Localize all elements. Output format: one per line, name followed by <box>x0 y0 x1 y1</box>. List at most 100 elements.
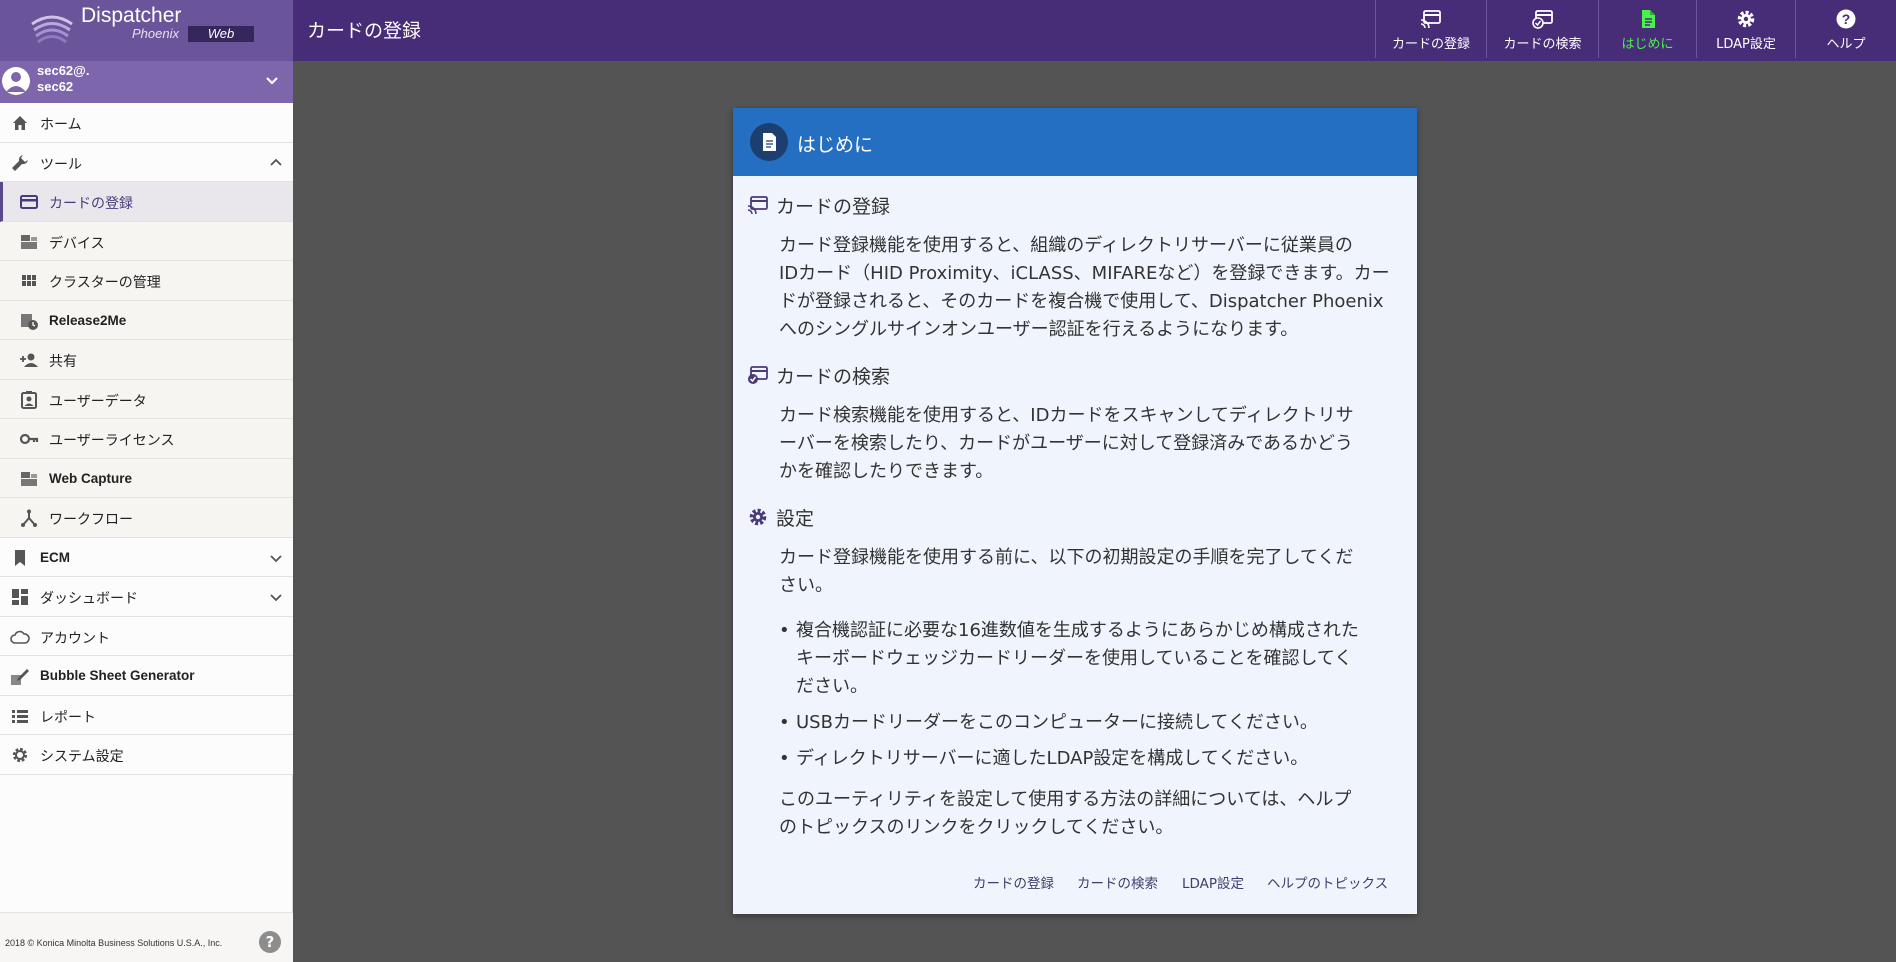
sidebar-item-label: Web Capture <box>49 470 133 486</box>
text-line: ーバーを検索したり、カードがユーザーに対して登録済みであるかどう <box>779 433 1354 454</box>
sidebar-item-home[interactable]: ホーム <box>0 103 293 143</box>
app-brand[interactable]: Dispatcher Phoenix Web <box>0 0 293 61</box>
text-line: カード検索機能を使用すると、IDカードをスキャンしてディレクトリサ <box>779 405 1354 426</box>
sidebar-item-bubble-sheet[interactable]: Bubble Sheet Generator <box>0 656 293 696</box>
getting-started-dialog: はじめに カードの登録 カード登録機能を使用すると、組織のディレクトリサーバーに… <box>733 108 1417 914</box>
chevron-down-icon <box>270 554 282 562</box>
dashboard-icon <box>12 589 28 605</box>
help-icon: ? <box>1836 9 1856 29</box>
link-card-search[interactable]: カードの検索 <box>1077 872 1158 892</box>
sidebar-item-workflow[interactable]: ワークフロー <box>0 498 293 538</box>
gear-icon <box>1737 10 1755 28</box>
help-icon[interactable]: ? <box>259 931 281 953</box>
text-line: USBカードリーダーをこのコンピューターに接続してください。 <box>796 712 1318 733</box>
text-line: このユーティリティを設定して使用する方法の詳細については、ヘルプ <box>779 789 1352 810</box>
text-line: ださい。 <box>796 676 868 697</box>
list-item: USBカードリーダーをこのコンピューターに接続してください。 <box>779 709 1396 737</box>
sidebar-item-label: ツール <box>40 156 82 173</box>
copyright-text: 2018 © Konica Minolta Business Solutions… <box>5 938 223 948</box>
sidebar-nav: ホーム ツール カードの登録 デバイス クラスターの管理 Release2Me … <box>0 103 293 775</box>
gear-icon <box>12 747 28 763</box>
document-icon <box>750 123 788 161</box>
contact-badge-icon <box>21 390 37 409</box>
page-title: カードの登録 <box>307 20 422 42</box>
devices-icon <box>21 234 37 249</box>
workflow-icon <box>21 509 37 527</box>
card-register-icon <box>1420 10 1441 29</box>
section-text-settings: カード登録機能を使用する前に、以下の初期設定の手順を完了してくだ さい。 <box>779 544 1399 600</box>
sidebar-item-reports[interactable]: レポート <box>0 695 293 735</box>
card-icon <box>20 195 38 209</box>
link-card-registration[interactable]: カードの登録 <box>973 872 1054 892</box>
card-register-icon <box>747 196 768 215</box>
sidebar-item-label: 共有 <box>49 354 77 370</box>
sidebar-item-user-data[interactable]: ユーザーデータ <box>0 379 293 419</box>
link-ldap-settings[interactable]: LDAP設定 <box>1182 872 1244 892</box>
web-badge: Web <box>188 26 254 42</box>
user-name: sec62@. <box>37 63 90 78</box>
section-title-card-search: カードの検索 <box>776 366 891 388</box>
sidebar-item-web-capture[interactable]: Web Capture <box>0 458 293 498</box>
sidebar-item-label: Release2Me <box>49 312 127 328</box>
text-line: カード登録機能を使用する前に、以下の初期設定の手順を完了してくだ <box>779 547 1354 568</box>
section-title-card-registration: カードの登録 <box>776 196 891 218</box>
app-name: Dispatcher <box>81 4 182 27</box>
sidebar-item-release2me[interactable]: Release2Me <box>0 300 293 340</box>
sidebar-item-card-registration[interactable]: カードの登録 <box>0 182 293 222</box>
svg-text:?: ? <box>1842 11 1851 27</box>
sidebar-item-label: アカウント <box>40 630 110 647</box>
sidebar-item-account[interactable]: アカウント <box>0 616 293 656</box>
sidebar-item-tools[interactable]: ツール <box>0 142 293 182</box>
user-menu[interactable]: sec62@. sec62 <box>0 61 293 103</box>
sidebar-item-label: ユーザーデータ <box>49 393 147 410</box>
sidebar-item-devices[interactable]: デバイス <box>0 221 293 261</box>
text-line: ドが登録されると、そのカードを複合機で使用して、Dispatcher Phoen… <box>779 291 1384 312</box>
tab-ldap-settings[interactable]: LDAP設定 <box>1696 0 1795 58</box>
release-icon <box>21 313 38 330</box>
sidebar-item-label: ワークフロー <box>49 512 133 528</box>
sidebar-item-label: ユーザーライセンス <box>49 433 175 449</box>
top-bar: カードの登録 カードの登録 カードの検索 はじめに LDAP設定 ? ヘルプ <box>293 0 1896 61</box>
tab-label: はじめに <box>1621 37 1674 52</box>
sidebar-item-share[interactable]: 共有 <box>0 340 293 380</box>
gear-icon <box>749 508 767 526</box>
sidebar-item-user-license[interactable]: ユーザーライセンス <box>0 419 293 459</box>
app-subtitle: Phoenix <box>132 26 179 41</box>
dialog-title: はじめに <box>797 134 874 156</box>
text-line: ディレクトリサーバーに適したLDAP設定を構成してください。 <box>796 748 1309 769</box>
section-text-card-registration: カード登録機能を使用すると、組織のディレクトリサーバーに従業員の IDカード（H… <box>779 232 1399 344</box>
text-line: 複合機認証に必要な16進数値を生成するようにあらかじめ構成された <box>796 620 1359 641</box>
sidebar-item-label: レポート <box>40 709 96 726</box>
tab-card-search[interactable]: カードの検索 <box>1486 0 1598 58</box>
user-id: sec62 <box>37 79 74 94</box>
tab-getting-started[interactable]: はじめに <box>1598 0 1696 58</box>
card-search-icon <box>748 366 768 384</box>
text-line: のトピックスのリンクをクリックしてください。 <box>779 817 1174 838</box>
sidebar-item-label: ECM <box>40 549 70 565</box>
sidebar-item-label: ホーム <box>40 117 82 133</box>
text-line: キーボードウェッジカードリーダーを使用していることを確認してく <box>796 648 1353 669</box>
tab-label: ヘルプ <box>1826 37 1866 52</box>
wrench-icon <box>12 154 28 171</box>
sidebar-item-label: システム設定 <box>40 749 124 765</box>
list-icon <box>12 709 28 723</box>
avatar <box>2 67 30 95</box>
sidebar-item-label: Bubble Sheet Generator <box>40 668 195 683</box>
text-line: IDカード（HID Proximity、iCLASS、MIFAREなど）を登録で… <box>779 263 1390 284</box>
list-item: ディレクトリサーバーに適したLDAP設定を構成してください。 <box>779 745 1396 773</box>
sidebar-item-dashboard[interactable]: ダッシュボード <box>0 577 293 617</box>
sidebar-item-ecm[interactable]: ECM <box>0 537 293 577</box>
chevron-down-icon[interactable] <box>262 71 282 91</box>
tab-card-registration[interactable]: カードの登録 <box>1375 0 1486 58</box>
web-capture-icon <box>21 471 37 486</box>
tab-help[interactable]: ? ヘルプ <box>1795 0 1896 58</box>
text-line: さい。 <box>779 575 833 596</box>
sidebar-item-system-settings[interactable]: システム設定 <box>0 735 293 775</box>
cloud-icon <box>10 630 30 644</box>
pencil-sheet-icon <box>11 669 29 685</box>
list-item: 複合機認証に必要な16進数値を生成するようにあらかじめ構成された キーボードウェ… <box>779 617 1396 701</box>
sidebar-item-cluster[interactable]: クラスターの管理 <box>0 261 293 301</box>
section-text-card-search: カード検索機能を使用すると、IDカードをスキャンしてディレクトリサ ーバーを検索… <box>779 402 1399 486</box>
tab-label: カードの検索 <box>1503 37 1582 52</box>
link-help-topics[interactable]: ヘルプのトピックス <box>1267 872 1388 892</box>
